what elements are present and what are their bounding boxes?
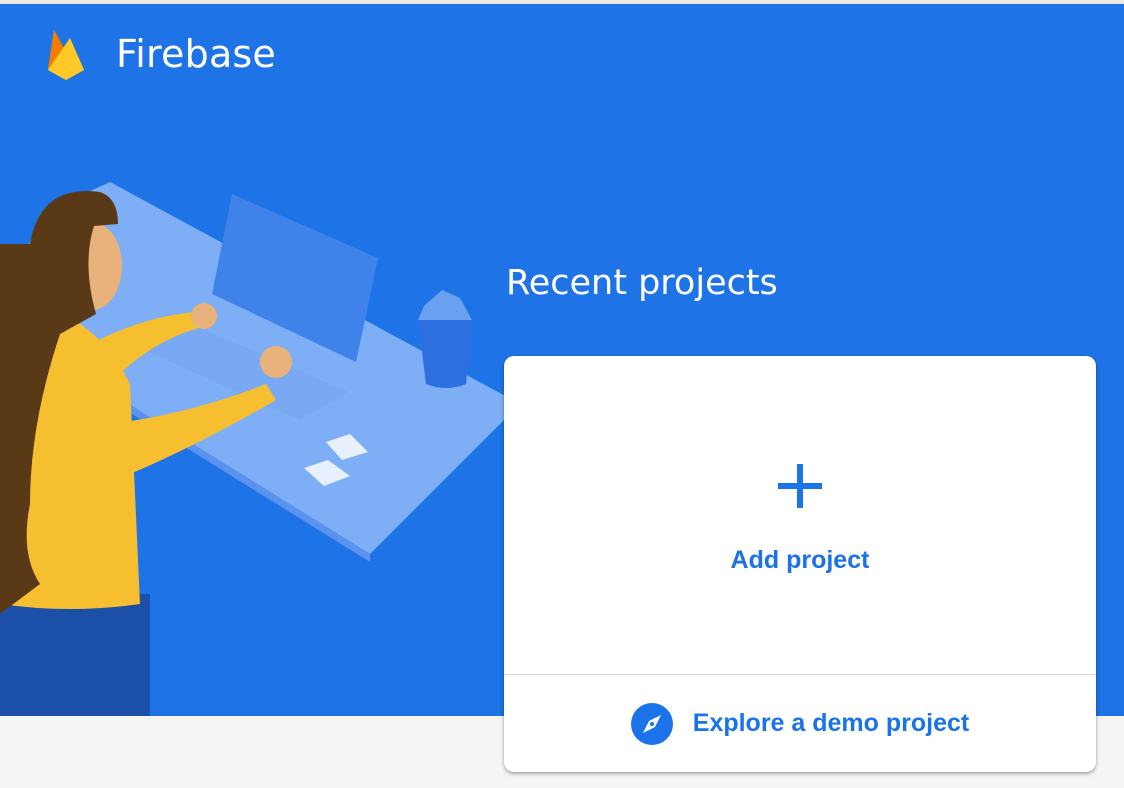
section-title-recent-projects: Recent projects [506,263,778,303]
explore-demo-project-button[interactable]: Explore a demo project [504,675,1096,772]
project-card: Add project Explore a demo project [504,356,1096,772]
add-project-label: Add project [730,546,870,574]
pen-cup [418,320,472,388]
add-project-button[interactable]: Add project [504,356,1096,674]
person-hand [191,303,217,329]
cup-contents [418,290,472,320]
explore-demo-project-label: Explore a demo project [692,709,970,737]
firebase-console-home: Firebase Recent projects Add project Exp… [0,0,1124,788]
person-legs [0,594,150,716]
person-hand [260,346,292,378]
developer-illustration [0,182,520,716]
brand-header[interactable]: Firebase [44,26,276,82]
plus-icon [778,464,822,508]
firebase-flame-icon [48,30,84,80]
brand-name: Firebase [116,32,277,76]
compass-icon [630,702,673,745]
